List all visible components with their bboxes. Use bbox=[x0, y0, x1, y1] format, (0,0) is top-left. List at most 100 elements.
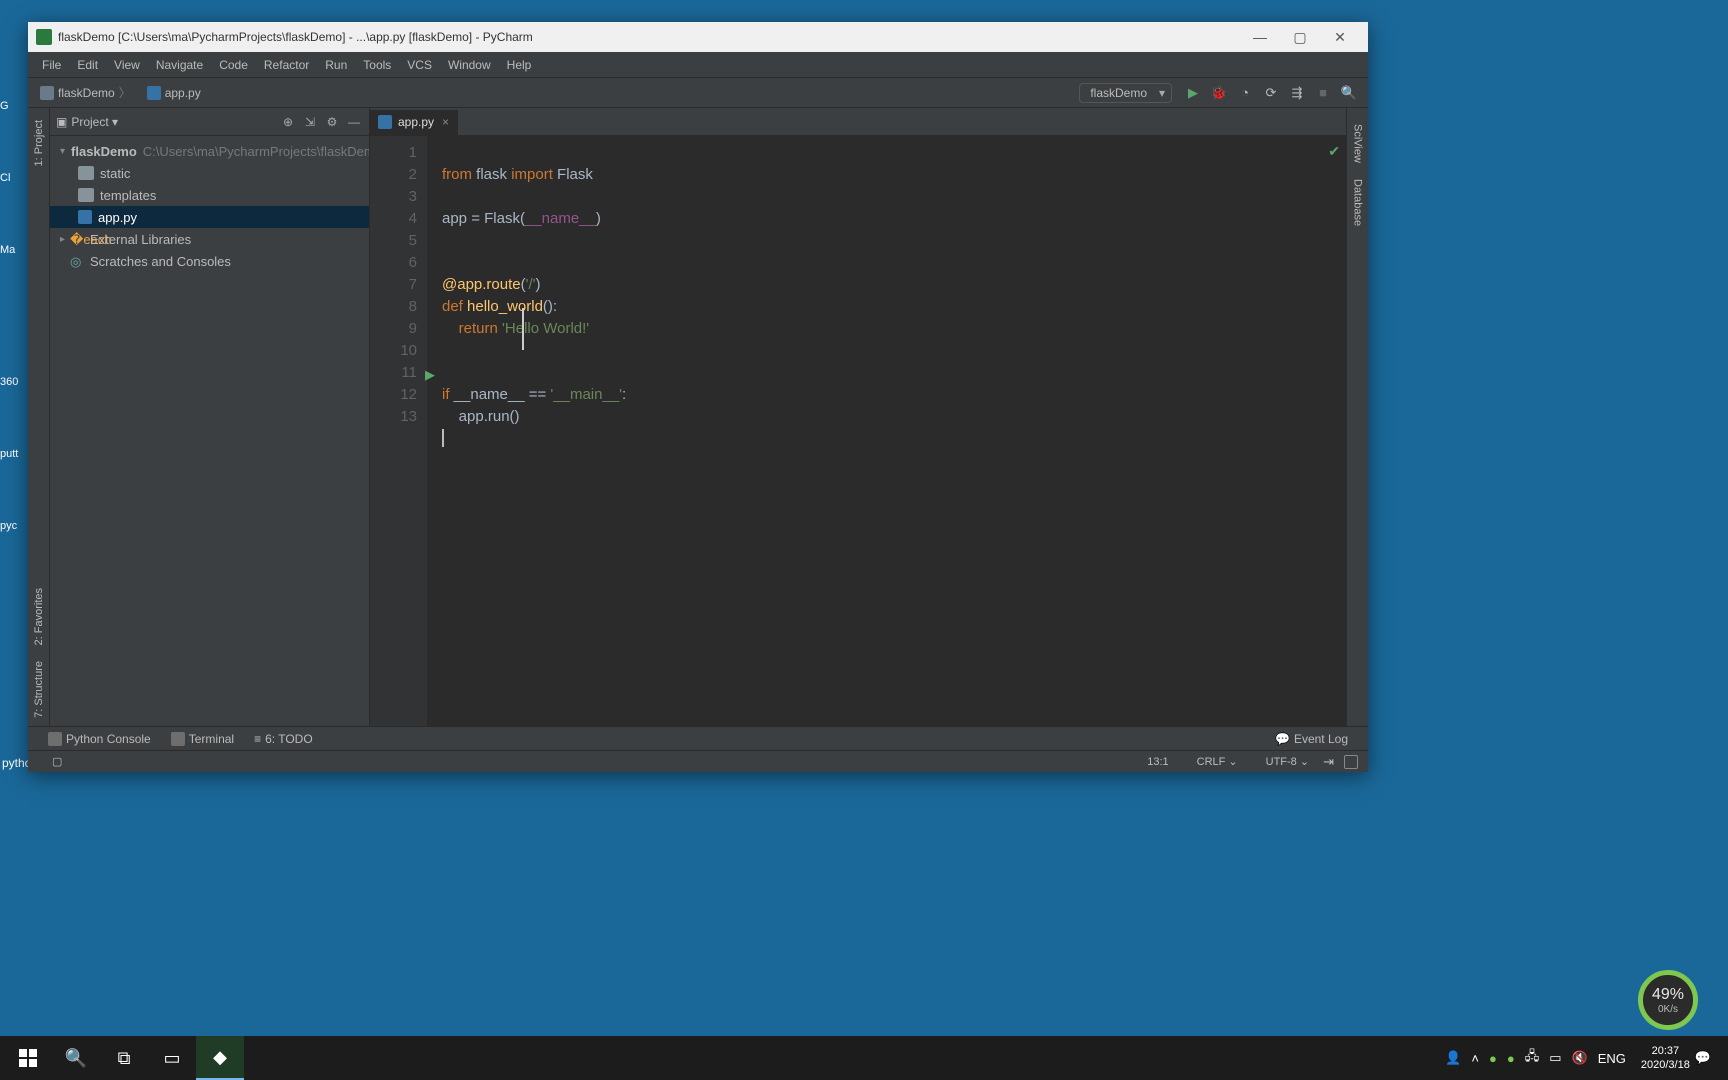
task-view-button[interactable]: ⧉ bbox=[100, 1036, 148, 1080]
tray-volume-icon[interactable]: 🔇 bbox=[1572, 1050, 1588, 1066]
taskbar-explorer[interactable]: ▭ bbox=[148, 1036, 196, 1080]
project-panel: ▣ Project ⊕ ⇲ ⚙ — ▾ flaskDemo C:\Users\m… bbox=[50, 108, 370, 726]
breadcrumb-project[interactable]: flaskDemo 〉 bbox=[34, 82, 141, 103]
editor-tabbar: app.py × bbox=[370, 108, 1346, 136]
sidebar-tab-favorites[interactable]: 2: Favorites bbox=[31, 580, 47, 653]
tree-folder-static[interactable]: static bbox=[50, 162, 369, 184]
profile-button[interactable]: ⟳ bbox=[1260, 82, 1282, 104]
coverage-button[interactable]: ◔ bbox=[1234, 82, 1256, 104]
tray-shield-icon[interactable]: ● bbox=[1489, 1051, 1497, 1066]
navbar: flaskDemo 〉 app.py flaskDemo ▶ 🐞 ◔ ⟳ ⇶ ■… bbox=[28, 78, 1368, 108]
minimize-button[interactable]: — bbox=[1240, 22, 1280, 52]
tree-external-libraries[interactable]: ▸ �each External Libraries bbox=[50, 228, 369, 250]
menu-file[interactable]: File bbox=[34, 55, 69, 75]
taskbar-pycharm[interactable]: ◆ bbox=[196, 1036, 244, 1080]
cpu-monitor-widget[interactable]: 49% 0K/s bbox=[1638, 970, 1698, 1030]
menubar: File Edit View Navigate Code Refactor Ru… bbox=[28, 52, 1368, 78]
search-everywhere-button[interactable]: 🔍 bbox=[1338, 82, 1360, 104]
tree-file-app-py[interactable]: app.py bbox=[50, 206, 369, 228]
inspection-ok-icon[interactable]: ✔ bbox=[1328, 140, 1340, 162]
folder-icon bbox=[78, 166, 94, 180]
menu-help[interactable]: Help bbox=[499, 55, 540, 75]
settings-icon[interactable]: ⚙ bbox=[323, 113, 341, 131]
tray-people-icon[interactable]: 👤 bbox=[1445, 1050, 1461, 1066]
tree-root[interactable]: ▾ flaskDemo C:\Users\ma\PycharmProjects\… bbox=[50, 140, 369, 162]
locate-icon[interactable]: ⊕ bbox=[279, 113, 297, 131]
menu-tools[interactable]: Tools bbox=[355, 55, 399, 75]
project-panel-header: ▣ Project ⊕ ⇲ ⚙ — bbox=[50, 108, 369, 136]
tray-ime[interactable]: ENG bbox=[1598, 1051, 1626, 1066]
status-cursor-pos[interactable]: 13:1 bbox=[1147, 756, 1168, 768]
terminal-icon bbox=[171, 732, 185, 746]
folder-icon bbox=[78, 188, 94, 202]
python-file-icon bbox=[147, 86, 161, 100]
status-line-sep[interactable]: CRLF ⌄ bbox=[1183, 755, 1238, 768]
console-icon bbox=[48, 732, 62, 746]
tree-root-path: C:\Users\ma\PycharmProjects\flaskDem bbox=[143, 144, 369, 159]
tree-scratches[interactable]: ◎ Scratches and Consoles bbox=[50, 250, 369, 272]
project-view-selector[interactable]: Project bbox=[71, 115, 118, 129]
bottom-tab-terminal[interactable]: Terminal bbox=[161, 730, 244, 748]
sidebar-tab-database[interactable]: Database bbox=[1350, 171, 1366, 234]
menu-navigate[interactable]: Navigate bbox=[148, 55, 211, 75]
editor-tab-app-py[interactable]: app.py × bbox=[370, 110, 458, 136]
cpu-percent: 49% bbox=[1652, 986, 1684, 1004]
tree-folder-templates[interactable]: templates bbox=[50, 184, 369, 206]
status-encoding[interactable]: UTF-8 ⌄ bbox=[1252, 755, 1309, 768]
run-button[interactable]: ▶ bbox=[1182, 82, 1204, 104]
tray-clock[interactable]: 20:37 2020/3/18 bbox=[1641, 1044, 1690, 1072]
stop-button[interactable]: ■ bbox=[1312, 82, 1334, 104]
gutter[interactable]: 12345 678910 11▶ 1213 bbox=[370, 136, 428, 726]
right-tool-rail: SciView Database bbox=[1346, 108, 1368, 726]
run-config-selector[interactable]: flaskDemo bbox=[1079, 83, 1172, 103]
close-tab-icon[interactable]: × bbox=[442, 115, 449, 129]
taskbar: 🔍 ⧉ ▭ ◆ 👤 ˄ ● ● 🖧 ▭ 🔇 ENG 20:37 2020/3/1… bbox=[0, 1036, 1728, 1080]
breadcrumb-project-label: flaskDemo bbox=[58, 86, 115, 100]
menu-code[interactable]: Code bbox=[211, 55, 256, 75]
editor-tab-label: app.py bbox=[398, 115, 434, 129]
breadcrumb-file[interactable]: app.py bbox=[141, 84, 207, 102]
tray-date: 2020/3/18 bbox=[1641, 1058, 1690, 1072]
status-indent[interactable]: ⇥ bbox=[1323, 754, 1334, 770]
tray-shield2-icon[interactable]: ● bbox=[1507, 1051, 1515, 1066]
bottom-tab-todo[interactable]: ≡6: TODO bbox=[244, 730, 323, 748]
pycharm-window: flaskDemo [C:\Users\ma\PycharmProjects\f… bbox=[28, 22, 1368, 772]
tray-network-icon[interactable]: 🖧 bbox=[1525, 1047, 1540, 1069]
start-button[interactable] bbox=[4, 1036, 52, 1080]
titlebar[interactable]: flaskDemo [C:\Users\ma\PycharmProjects\f… bbox=[28, 22, 1368, 52]
maximize-button[interactable]: ▢ bbox=[1280, 22, 1320, 52]
readonly-lock-icon[interactable] bbox=[1344, 755, 1358, 769]
statusbar: ▢ 13:1 CRLF ⌄ UTF-8 ⌄ ⇥ bbox=[28, 750, 1368, 772]
close-button[interactable]: ✕ bbox=[1320, 22, 1360, 52]
tray-battery-icon[interactable]: ▭ bbox=[1549, 1050, 1561, 1066]
menu-view[interactable]: View bbox=[106, 55, 148, 75]
debug-button[interactable]: 🐞 bbox=[1208, 82, 1230, 104]
tray-overflow-icon[interactable]: ˄ bbox=[1471, 1051, 1479, 1066]
main-area: 1: Project 2: Favorites 7: Structure ▣ P… bbox=[28, 108, 1368, 726]
tray-notifications-icon[interactable]: 💬 bbox=[1695, 1050, 1711, 1066]
menu-refactor[interactable]: Refactor bbox=[256, 55, 317, 75]
taskbar-search-button[interactable]: 🔍 bbox=[52, 1036, 100, 1080]
menu-edit[interactable]: Edit bbox=[69, 55, 106, 75]
sidebar-tab-structure[interactable]: 7: Structure bbox=[31, 653, 47, 726]
hide-icon[interactable]: — bbox=[345, 113, 363, 131]
python-file-icon bbox=[378, 115, 392, 129]
folder-icon bbox=[40, 86, 54, 100]
concurrency-button[interactable]: ⇶ bbox=[1286, 82, 1308, 104]
left-tool-rail: 1: Project 2: Favorites 7: Structure bbox=[28, 108, 50, 726]
bottom-tab-event-log[interactable]: 💬Event Log bbox=[1265, 730, 1358, 748]
menu-window[interactable]: Window bbox=[440, 55, 499, 75]
code-editor[interactable]: 12345 678910 11▶ 1213 from flask import … bbox=[370, 136, 1346, 726]
statusbar-gutter-icon[interactable]: ▢ bbox=[52, 756, 62, 768]
code-content[interactable]: from flask import Flask app = Flask(__na… bbox=[428, 136, 1346, 726]
run-config-label: flaskDemo bbox=[1090, 86, 1147, 100]
menu-vcs[interactable]: VCS bbox=[399, 55, 440, 75]
sidebar-tab-sciview[interactable]: SciView bbox=[1350, 116, 1366, 171]
expand-icon[interactable]: ⇲ bbox=[301, 113, 319, 131]
menu-run[interactable]: Run bbox=[317, 55, 355, 75]
tray-time: 20:37 bbox=[1641, 1044, 1690, 1058]
sidebar-tab-project[interactable]: 1: Project bbox=[31, 112, 47, 174]
bottom-tab-python-console[interactable]: Python Console bbox=[38, 730, 161, 748]
text-caret bbox=[442, 429, 444, 447]
app-icon bbox=[36, 29, 52, 45]
